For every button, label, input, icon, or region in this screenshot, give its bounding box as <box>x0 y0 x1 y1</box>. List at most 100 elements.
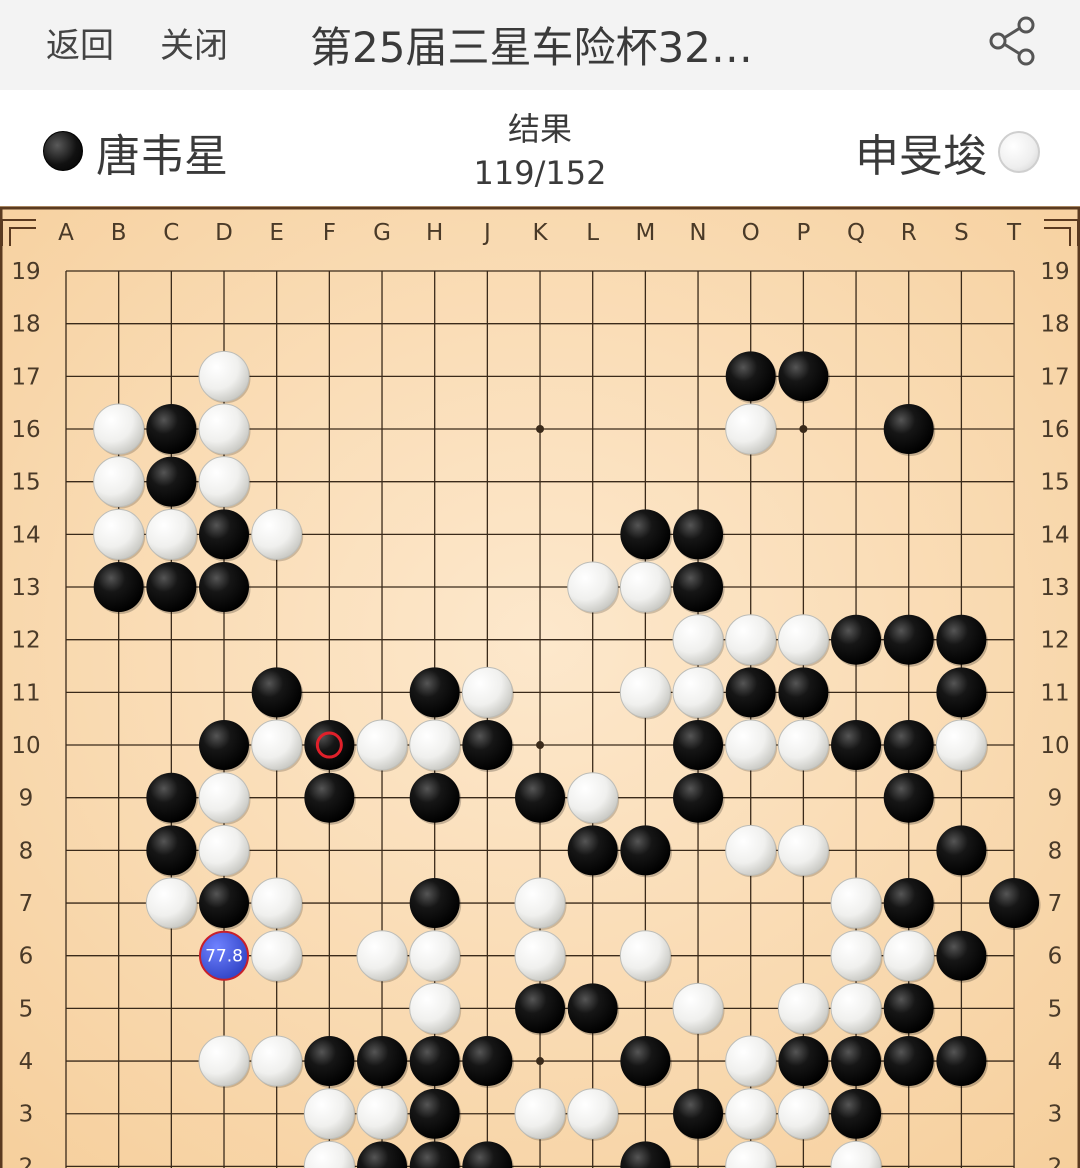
row-label-right: 10 <box>1040 733 1069 759</box>
white-stone <box>251 930 303 982</box>
black-stone <box>883 614 934 665</box>
white-stone <box>145 508 197 560</box>
white-stone <box>672 614 724 666</box>
white-stone <box>251 719 303 771</box>
black-stone <box>936 614 987 665</box>
row-label-right: 17 <box>1040 364 1069 390</box>
black-stone <box>620 825 671 876</box>
white-stone <box>198 824 250 876</box>
column-label: G <box>373 220 391 246</box>
white-stone <box>303 1088 355 1140</box>
black-stone <box>146 404 197 455</box>
black-stone <box>778 1036 829 1087</box>
evaluation-value: 77.8 <box>205 947 243 967</box>
top-nav-bar: 返回 关闭 第25届三星车险杯32… <box>0 0 1080 90</box>
star-point <box>799 425 808 434</box>
row-label-right: 11 <box>1040 680 1069 706</box>
row-label-left: 3 <box>19 1102 34 1128</box>
black-stone <box>778 667 829 718</box>
black-stone <box>199 509 250 560</box>
column-label: K <box>532 220 548 246</box>
black-stone <box>199 720 250 771</box>
black-stone <box>936 667 987 718</box>
black-stone <box>515 772 566 823</box>
white-stone <box>777 824 829 876</box>
row-label-right: 15 <box>1040 470 1069 496</box>
page-title: 第25届三星车险杯32… <box>310 23 753 72</box>
row-label-left: 9 <box>19 786 34 812</box>
black-stone <box>199 878 250 929</box>
column-label: N <box>689 220 706 246</box>
row-label-left: 13 <box>11 575 40 601</box>
white-stone <box>672 982 724 1034</box>
row-label-right: 16 <box>1040 417 1069 443</box>
row-label-left: 4 <box>19 1049 34 1075</box>
white-stone <box>198 772 250 824</box>
row-label-left: 14 <box>11 522 40 548</box>
white-player-stone-icon <box>998 131 1040 173</box>
row-label-left: 17 <box>11 364 40 390</box>
black-stone <box>989 878 1040 929</box>
black-stone <box>304 720 355 771</box>
white-stone <box>567 1088 619 1140</box>
go-board[interactable]: A B C D E F G H J K L M N O P Q R S T 19 19 18 18 17 17 16 16 15 15 1… <box>0 206 1080 1168</box>
column-label: S <box>954 220 969 246</box>
white-stone <box>777 982 829 1034</box>
row-label-left: 16 <box>11 417 40 443</box>
black-stone <box>567 825 618 876</box>
black-stone <box>831 720 882 771</box>
white-stone <box>409 982 461 1034</box>
row-label-right: 18 <box>1040 312 1069 338</box>
share-icon[interactable] <box>986 14 1040 68</box>
back-button[interactable]: 返回 <box>46 18 114 67</box>
column-label: L <box>586 220 599 246</box>
black-stone <box>673 772 724 823</box>
row-label-left: 11 <box>11 680 40 706</box>
white-stone <box>198 456 250 508</box>
white-stone <box>777 719 829 771</box>
black-stone <box>883 878 934 929</box>
white-stone <box>830 877 882 929</box>
black-stone <box>673 1088 724 1139</box>
black-stone <box>304 1036 355 1087</box>
white-stone <box>883 930 935 982</box>
white-stone <box>514 1088 566 1140</box>
row-label-left: 7 <box>19 891 34 917</box>
white-stone <box>830 982 882 1034</box>
row-label-left: 6 <box>19 944 34 970</box>
column-label: H <box>426 220 443 246</box>
row-label-right: 6 <box>1048 944 1063 970</box>
white-stone <box>830 930 882 982</box>
column-label: Q <box>847 220 865 246</box>
column-label: T <box>1006 220 1022 246</box>
white-stone <box>619 561 671 613</box>
column-label: D <box>215 220 233 246</box>
black-stone <box>567 983 618 1034</box>
white-stone <box>198 403 250 455</box>
black-stone <box>620 1036 671 1087</box>
black-stone <box>515 983 566 1034</box>
black-stone <box>883 772 934 823</box>
white-stone <box>514 877 566 929</box>
black-stone <box>146 772 197 823</box>
black-stone <box>831 614 882 665</box>
black-stone <box>883 1036 934 1087</box>
black-stone <box>146 562 197 613</box>
black-stone <box>304 772 355 823</box>
column-label: E <box>269 220 284 246</box>
white-stone <box>356 930 408 982</box>
row-label-right: 5 <box>1048 996 1063 1022</box>
column-label: A <box>58 220 74 246</box>
white-player-name: 申旻埈 <box>855 131 987 182</box>
black-stone <box>409 772 460 823</box>
black-stone <box>409 878 460 929</box>
black-stone <box>93 562 144 613</box>
black-stone <box>883 404 934 455</box>
star-point <box>536 425 545 434</box>
white-stone <box>409 719 461 771</box>
row-label-left: 18 <box>11 312 40 338</box>
close-button[interactable]: 关闭 <box>160 18 228 67</box>
column-label: R <box>901 220 917 246</box>
black-stone <box>409 667 460 718</box>
white-stone <box>725 1088 777 1140</box>
